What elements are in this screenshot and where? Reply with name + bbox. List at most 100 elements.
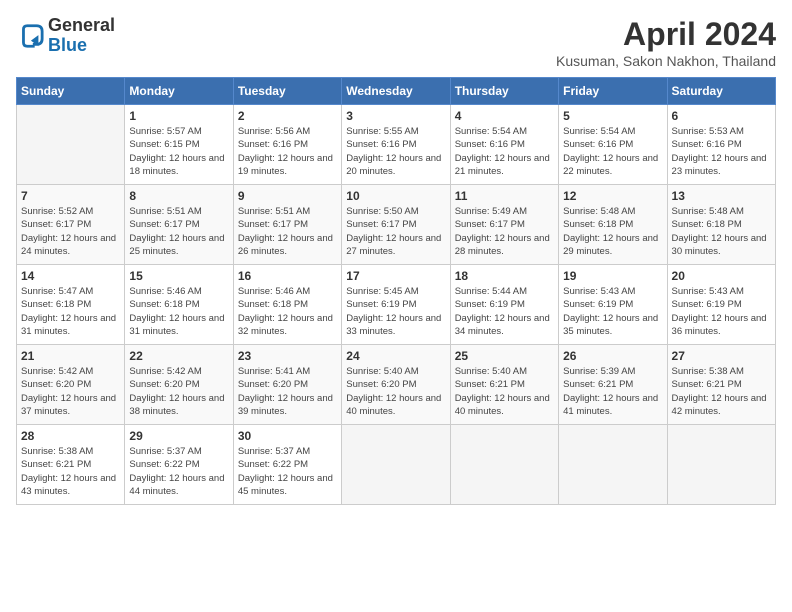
calendar-cell: 8 Sunrise: 5:51 AM Sunset: 6:17 PM Daylig…: [125, 185, 233, 265]
day-number: 9: [238, 189, 337, 203]
calendar-title: April 2024: [556, 16, 776, 53]
day-number: 3: [346, 109, 445, 123]
calendar-cell: 24 Sunrise: 5:40 AM Sunset: 6:20 PM Dayli…: [342, 345, 450, 425]
day-number: 14: [21, 269, 120, 283]
day-info: Sunrise: 5:54 AM Sunset: 6:16 PM Dayligh…: [563, 125, 662, 178]
header-day-tuesday: Tuesday: [233, 78, 341, 105]
day-number: 6: [672, 109, 771, 123]
calendar-cell: 14 Sunrise: 5:47 AM Sunset: 6:18 PM Dayli…: [17, 265, 125, 345]
calendar-cell: 16 Sunrise: 5:46 AM Sunset: 6:18 PM Dayli…: [233, 265, 341, 345]
calendar-cell: 10Sunrise: 5:50 AM Sunset: 6:17 PM Dayli…: [342, 185, 450, 265]
logo-general: General: [48, 16, 115, 36]
calendar-cell: 17 Sunrise: 5:45 AM Sunset: 6:19 PM Dayli…: [342, 265, 450, 345]
day-number: 27: [672, 349, 771, 363]
day-number: 26: [563, 349, 662, 363]
day-number: 17: [346, 269, 445, 283]
calendar-cell: 6 Sunrise: 5:53 AM Sunset: 6:16 PM Daylig…: [667, 105, 775, 185]
day-info: Sunrise: 5:48 AM Sunset: 6:18 PM Dayligh…: [563, 205, 662, 258]
header-day-wednesday: Wednesday: [342, 78, 450, 105]
day-number: 2: [238, 109, 337, 123]
calendar-cell: 9 Sunrise: 5:51 AM Sunset: 6:17 PM Daylig…: [233, 185, 341, 265]
calendar-cell: 25 Sunrise: 5:40 AM Sunset: 6:21 PM Dayli…: [450, 345, 558, 425]
day-number: 7: [21, 189, 120, 203]
day-info: Sunrise: 5:56 AM Sunset: 6:16 PM Dayligh…: [238, 125, 337, 178]
calendar-cell: [667, 425, 775, 505]
day-number: 23: [238, 349, 337, 363]
day-info: Sunrise: 5:51 AM Sunset: 6:17 PM Dayligh…: [238, 205, 337, 258]
calendar-cell: 20 Sunrise: 5:43 AM Sunset: 6:19 PM Dayli…: [667, 265, 775, 345]
week-row-4: 21 Sunrise: 5:42 AM Sunset: 6:20 PM Dayli…: [17, 345, 776, 425]
calendar-cell: 1 Sunrise: 5:57 AM Sunset: 6:15 PM Daylig…: [125, 105, 233, 185]
week-row-5: 28Sunrise: 5:38 AM Sunset: 6:21 PM Dayli…: [17, 425, 776, 505]
calendar-subtitle: Kusuman, Sakon Nakhon, Thailand: [556, 53, 776, 69]
day-number: 11: [455, 189, 554, 203]
calendar-cell: 22Sunrise: 5:42 AM Sunset: 6:20 PM Dayli…: [125, 345, 233, 425]
day-info: Sunrise: 5:49 AM Sunset: 6:17 PM Dayligh…: [455, 205, 554, 258]
calendar-cell: 7 Sunrise: 5:52 AM Sunset: 6:17 PM Daylig…: [17, 185, 125, 265]
day-info: Sunrise: 5:37 AM Sunset: 6:22 PM Dayligh…: [129, 445, 228, 498]
calendar-cell: 30 Sunrise: 5:37 AM Sunset: 6:22 PM Dayli…: [233, 425, 341, 505]
calendar-cell: 11 Sunrise: 5:49 AM Sunset: 6:17 PM Dayli…: [450, 185, 558, 265]
days-header-row: SundayMondayTuesdayWednesdayThursdayFrid…: [17, 78, 776, 105]
calendar-cell: [342, 425, 450, 505]
calendar-cell: 28Sunrise: 5:38 AM Sunset: 6:21 PM Dayli…: [17, 425, 125, 505]
day-number: 25: [455, 349, 554, 363]
calendar-cell: [559, 425, 667, 505]
week-row-2: 7 Sunrise: 5:52 AM Sunset: 6:17 PM Daylig…: [17, 185, 776, 265]
calendar-table: SundayMondayTuesdayWednesdayThursdayFrid…: [16, 77, 776, 505]
day-info: Sunrise: 5:43 AM Sunset: 6:19 PM Dayligh…: [563, 285, 662, 338]
calendar-cell: 18 Sunrise: 5:44 AM Sunset: 6:19 PM Dayli…: [450, 265, 558, 345]
day-number: 16: [238, 269, 337, 283]
day-number: 19: [563, 269, 662, 283]
day-info: Sunrise: 5:53 AM Sunset: 6:16 PM Dayligh…: [672, 125, 771, 178]
day-info: Sunrise: 5:38 AM Sunset: 6:21 PM Dayligh…: [672, 365, 771, 418]
day-info: Sunrise: 5:57 AM Sunset: 6:15 PM Dayligh…: [129, 125, 228, 178]
day-info: Sunrise: 5:51 AM Sunset: 6:17 PM Dayligh…: [129, 205, 228, 258]
day-number: 8: [129, 189, 228, 203]
calendar-cell: 23Sunrise: 5:41 AM Sunset: 6:20 PM Dayli…: [233, 345, 341, 425]
day-info: Sunrise: 5:46 AM Sunset: 6:18 PM Dayligh…: [238, 285, 337, 338]
header-day-monday: Monday: [125, 78, 233, 105]
day-info: Sunrise: 5:44 AM Sunset: 6:19 PM Dayligh…: [455, 285, 554, 338]
calendar-cell: 12 Sunrise: 5:48 AM Sunset: 6:18 PM Dayli…: [559, 185, 667, 265]
day-number: 5: [563, 109, 662, 123]
day-number: 22: [129, 349, 228, 363]
calendar-cell: 27 Sunrise: 5:38 AM Sunset: 6:21 PM Dayli…: [667, 345, 775, 425]
calendar-cell: 15Sunrise: 5:46 AM Sunset: 6:18 PM Dayli…: [125, 265, 233, 345]
day-number: 18: [455, 269, 554, 283]
header: General Blue April 2024 Kusuman, Sakon N…: [16, 16, 776, 69]
day-info: Sunrise: 5:40 AM Sunset: 6:21 PM Dayligh…: [455, 365, 554, 418]
day-info: Sunrise: 5:43 AM Sunset: 6:19 PM Dayligh…: [672, 285, 771, 338]
day-number: 21: [21, 349, 120, 363]
calendar-cell: 13 Sunrise: 5:48 AM Sunset: 6:18 PM Dayli…: [667, 185, 775, 265]
day-number: 20: [672, 269, 771, 283]
header-day-friday: Friday: [559, 78, 667, 105]
day-info: Sunrise: 5:45 AM Sunset: 6:19 PM Dayligh…: [346, 285, 445, 338]
calendar-cell: 2 Sunrise: 5:56 AM Sunset: 6:16 PM Daylig…: [233, 105, 341, 185]
calendar-cell: 5 Sunrise: 5:54 AM Sunset: 6:16 PM Daylig…: [559, 105, 667, 185]
day-number: 30: [238, 429, 337, 443]
day-info: Sunrise: 5:38 AM Sunset: 6:21 PM Dayligh…: [21, 445, 120, 498]
day-info: Sunrise: 5:40 AM Sunset: 6:20 PM Dayligh…: [346, 365, 445, 418]
calendar-cell: [450, 425, 558, 505]
day-number: 24: [346, 349, 445, 363]
day-number: 12: [563, 189, 662, 203]
week-row-1: 1 Sunrise: 5:57 AM Sunset: 6:15 PM Daylig…: [17, 105, 776, 185]
calendar-cell: 29 Sunrise: 5:37 AM Sunset: 6:22 PM Dayli…: [125, 425, 233, 505]
calendar-cell: 19 Sunrise: 5:43 AM Sunset: 6:19 PM Dayli…: [559, 265, 667, 345]
day-number: 13: [672, 189, 771, 203]
day-info: Sunrise: 5:37 AM Sunset: 6:22 PM Dayligh…: [238, 445, 337, 498]
header-day-sunday: Sunday: [17, 78, 125, 105]
logo-icon: [16, 22, 44, 50]
day-info: Sunrise: 5:48 AM Sunset: 6:18 PM Dayligh…: [672, 205, 771, 258]
logo: General Blue: [16, 16, 115, 56]
day-info: Sunrise: 5:54 AM Sunset: 6:16 PM Dayligh…: [455, 125, 554, 178]
day-info: Sunrise: 5:52 AM Sunset: 6:17 PM Dayligh…: [21, 205, 120, 258]
day-info: Sunrise: 5:47 AM Sunset: 6:18 PM Dayligh…: [21, 285, 120, 338]
header-day-saturday: Saturday: [667, 78, 775, 105]
day-info: Sunrise: 5:42 AM Sunset: 6:20 PM Dayligh…: [21, 365, 120, 418]
calendar-cell: [17, 105, 125, 185]
day-number: 29: [129, 429, 228, 443]
day-info: Sunrise: 5:55 AM Sunset: 6:16 PM Dayligh…: [346, 125, 445, 178]
day-number: 1: [129, 109, 228, 123]
